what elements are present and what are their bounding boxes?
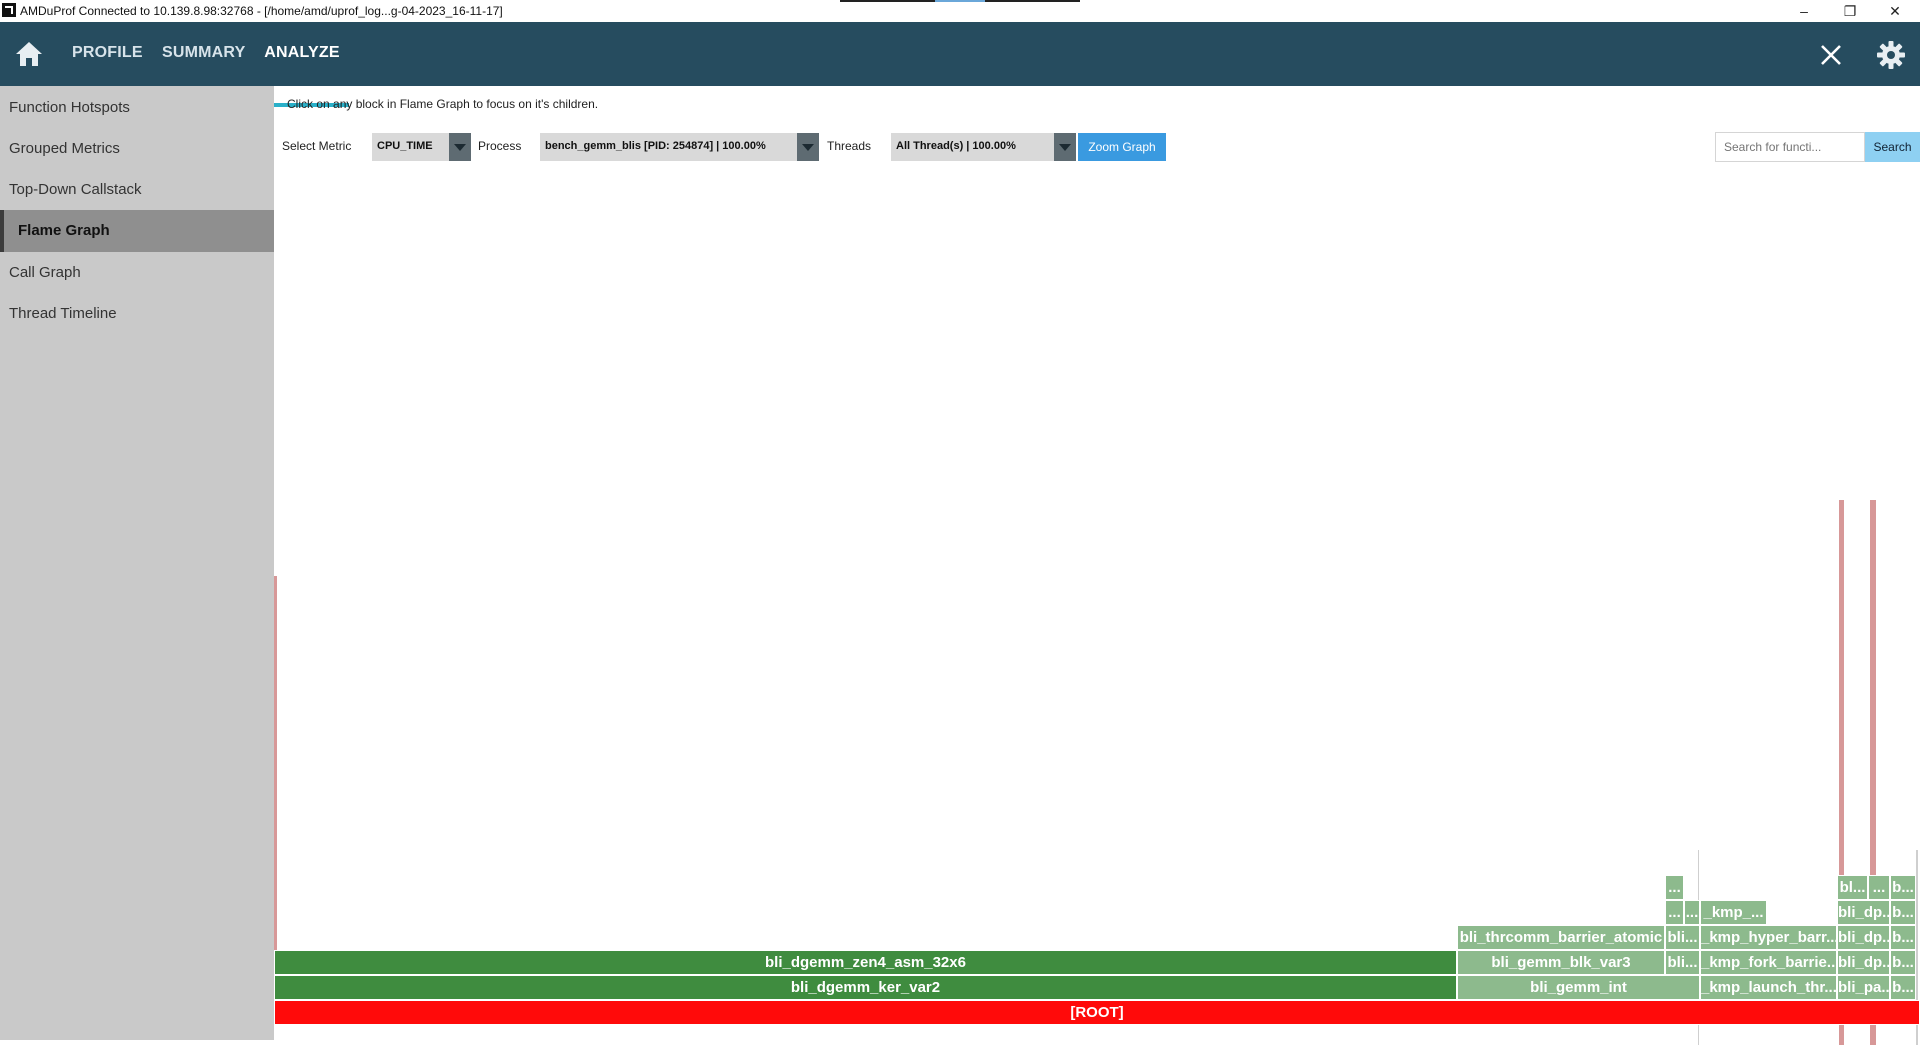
chevron-down-icon[interactable] [449,133,471,161]
sidebar-item-grouped-metrics[interactable]: Grouped Metrics [0,128,274,169]
sidebar-item-thread-timeline[interactable]: Thread Timeline [0,293,274,334]
chevron-down-icon[interactable] [1054,133,1076,161]
flame-block[interactable]: _kmp_fork_barrie... [1700,950,1837,975]
chevron-down-icon[interactable] [797,133,819,161]
flame-block[interactable]: bli... [1665,950,1700,975]
process-label: Process [478,139,522,153]
flame-block[interactable]: bli_dgemm_ker_var2 [274,975,1457,1000]
flame-block[interactable]: b... [1890,925,1916,950]
flame-block[interactable]: bli_dp... [1837,950,1890,975]
flame-block[interactable]: b... [1890,900,1916,925]
title-bar-accent-highlight [935,0,985,2]
function-search-input[interactable] [1715,132,1865,162]
flame-block[interactable]: _kmp_launch_thr... [1700,975,1837,1000]
close-icon[interactable] [1818,42,1844,68]
minimize-button[interactable]: – [1781,0,1827,22]
flame-block[interactable]: bli_dp... [1837,900,1890,925]
sidebar-item-call-graph[interactable]: Call Graph [0,252,274,293]
window-title-bar: AMDuProf Connected to 10.139.8.98:32768 … [0,0,1920,23]
flame-block[interactable]: b... [1890,975,1916,1000]
flame-graph-hint: Click on any block in Flame Graph to foc… [287,97,599,111]
process-select-value: bench_gemm_blis [PID: 254874] | 100.00% [545,140,766,152]
flame-block[interactable]: _kmp_... [1700,900,1767,925]
flame-root-block[interactable]: [ROOT] [274,1000,1920,1025]
sidebar-item-function-hotspots[interactable]: Function Hotspots [0,87,274,128]
flame-block[interactable]: bli_dgemm_zen4_asm_32x6 [274,950,1457,975]
flame-block[interactable]: bli_gemm_blk_var3 [1457,950,1665,975]
select-metric-label: Select Metric [282,139,352,153]
metric-select-value: CPU_TIME [377,140,433,152]
sidebar-item-flame-graph[interactable]: Flame Graph [0,210,274,252]
flame-block[interactable]: ... [1665,875,1684,900]
top-navigation: PROFILE SUMMARY ANALYZE [0,22,1920,107]
app-logo-icon [2,3,16,17]
tab-summary[interactable]: SUMMARY [162,22,245,86]
flame-block[interactable]: ... [1665,900,1684,925]
flame-block[interactable]: b... [1890,950,1916,975]
tab-profile[interactable]: PROFILE [72,22,143,86]
gear-icon[interactable] [1876,40,1906,70]
sidebar-item-top-down-callstack[interactable]: Top-Down Callstack [0,169,274,210]
flame-block[interactable]: bli_thrcomm_barrier_atomic [1457,925,1665,950]
flame-block[interactable]: ... [1684,900,1700,925]
restore-button[interactable]: ❐ [1827,0,1873,22]
flame-graph[interactable]: ... bl... ... b... ... ... _kmp_... bli_… [274,170,1920,1045]
flame-block[interactable]: _kmp_hyper_barr... [1700,925,1837,950]
threads-select-value: All Thread(s) | 100.00% [896,140,1016,152]
flame-block[interactable]: bli_dp... [1837,925,1890,950]
flame-block[interactable]: b... [1890,875,1916,900]
sidebar: Function Hotspots Grouped Metrics Top-Do… [0,86,274,1040]
threads-label: Threads [827,139,872,153]
home-icon[interactable] [14,40,44,68]
metric-select[interactable]: CPU_TIME [372,133,471,161]
flame-stack-spike[interactable] [274,576,277,976]
flame-block[interactable]: bl... [1837,875,1868,900]
search-button[interactable]: Search [1865,132,1920,162]
flame-block[interactable]: ... [1868,875,1890,900]
window-title: AMDuProf Connected to 10.139.8.98:32768 … [20,4,503,18]
tab-analyze[interactable]: ANALYZE [264,22,340,86]
flame-block[interactable]: bli_pa... [1837,975,1890,1000]
threads-select[interactable]: All Thread(s) | 100.00% [891,133,1076,161]
flame-block[interactable]: bli_gemm_int [1457,975,1700,1000]
window-close-button[interactable]: ✕ [1872,0,1918,22]
zoom-graph-button[interactable]: Zoom Graph [1078,133,1166,161]
flame-block[interactable]: bli... [1665,925,1700,950]
process-select[interactable]: bench_gemm_blis [PID: 254874] | 100.00% [540,133,819,161]
